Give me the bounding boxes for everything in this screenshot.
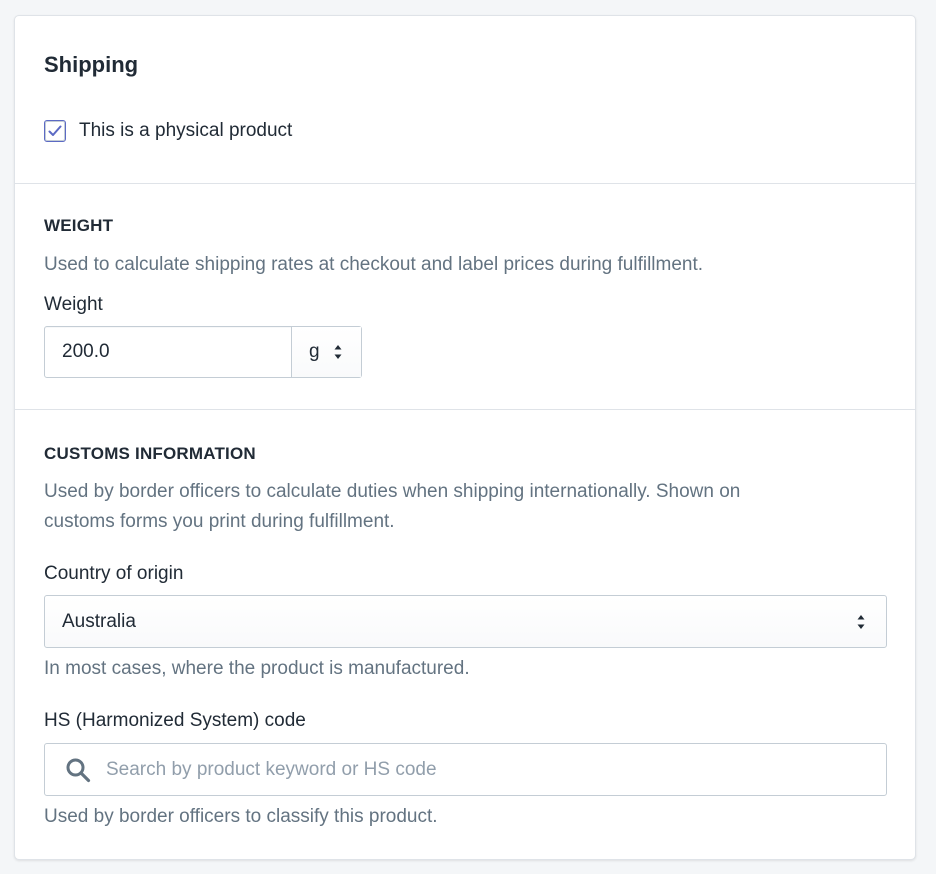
search-icon (64, 756, 92, 784)
weight-section: WEIGHT Used to calculate shipping rates … (15, 184, 915, 410)
physical-product-checkbox[interactable] (44, 120, 66, 142)
hs-code-search-field[interactable] (44, 743, 887, 796)
customs-heading: CUSTOMS INFORMATION (44, 444, 256, 463)
weight-input[interactable]: 200.0 (45, 327, 291, 377)
country-of-origin-value: Australia (62, 610, 136, 632)
weight-input-group: 200.0 g (44, 326, 362, 378)
weight-label: Weight (44, 294, 103, 315)
physical-product-label: This is a physical product (79, 120, 293, 141)
hs-code-help-text: Used by border officers to classify this… (44, 806, 438, 827)
check-icon (48, 125, 62, 136)
customs-section: CUSTOMS INFORMATION Used by border offic… (15, 410, 915, 859)
weight-help-text: Used to calculate shipping rates at chec… (44, 254, 704, 275)
country-help-text: In most cases, where the product is manu… (44, 658, 470, 679)
hs-code-search-input[interactable] (104, 757, 868, 782)
select-arrows-icon (334, 345, 342, 359)
country-of-origin-label: Country of origin (44, 563, 184, 584)
weight-unit-select[interactable]: g (291, 327, 361, 377)
select-arrows-icon (857, 615, 865, 629)
customs-help-line-1: Used by border officers to calculate dut… (44, 481, 741, 502)
customs-help-line-2: customs forms you print during fulfillme… (44, 511, 395, 532)
physical-product-checkbox-row[interactable]: This is a physical product (44, 120, 292, 142)
hs-code-label: HS (Harmonized System) code (44, 710, 306, 731)
weight-heading: WEIGHT (44, 216, 114, 235)
card-title: Shipping (44, 52, 139, 77)
country-of-origin-select[interactable]: Australia (44, 595, 887, 648)
weight-unit-value: g (309, 341, 320, 362)
shipping-section: Shipping This is a physical product (15, 16, 915, 184)
shipping-card: Shipping This is a physical product WEIG… (14, 15, 916, 860)
